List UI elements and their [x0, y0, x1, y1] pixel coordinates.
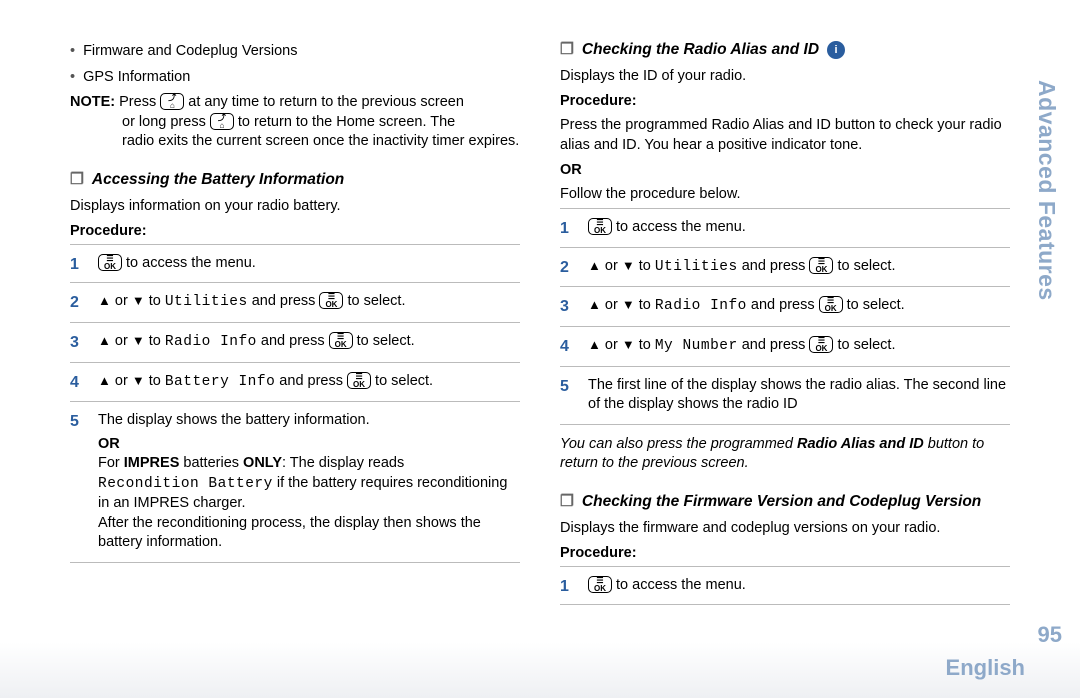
note-text: or long press ⤴⌂ to return to the Home s… [122, 113, 520, 133]
back-key-icon: ⤴⌂ [160, 93, 184, 110]
note-block: NOTE: Press ⤴⌂ at any time to return to … [70, 93, 520, 152]
heading-text: Accessing the Battery Information [92, 170, 344, 191]
step-item: The first line of the display shows the … [560, 366, 1010, 425]
info-icon: i [827, 41, 845, 59]
subsection-heading: ❐ Accessing the Battery Information [70, 170, 520, 191]
heading-text: Checking the Radio Alias and ID [582, 40, 819, 61]
step-item: ☰OK to access the menu. [560, 208, 1010, 247]
subsection-heading: ❐ Checking the Radio Alias and ID i [560, 40, 1010, 61]
step-item: ▲ or ▼ to Radio Info and press ☰OK to se… [560, 286, 1010, 326]
list-item: • Firmware and Codeplug Versions [70, 42, 520, 62]
step-item: The display shows the battery informatio… [70, 401, 520, 563]
step-item: ▲ or ▼ to Radio Info and press ☰OK to se… [70, 322, 520, 362]
italic-note: You can also press the programmed Radio … [560, 435, 1010, 474]
note-text: radio exits the current screen once the … [122, 132, 520, 152]
up-arrow-icon: ▲ [98, 373, 111, 388]
heading-text: Checking the Firmware Version and Codepl… [582, 492, 981, 513]
procedure-label: Procedure: [560, 544, 1010, 564]
manual-page: Advanced Features 95 English • Firmware … [0, 0, 1080, 698]
up-arrow-icon: ▲ [588, 258, 601, 273]
ok-key-icon: ☰OK [319, 292, 343, 309]
bullet-text: GPS Information [83, 68, 190, 88]
down-arrow-icon: ▼ [132, 293, 145, 308]
step-item: ▲ or ▼ to Battery Info and press ☰OK to … [70, 362, 520, 402]
step-detail: Recondition Battery if the battery requi… [98, 474, 520, 514]
menu-option: My Number [655, 338, 738, 354]
page-number: 95 [1038, 620, 1062, 650]
book-icon: ❐ [70, 170, 84, 191]
bullet-dot: • [70, 68, 75, 88]
step-item: ▲ or ▼ to Utilities and press ☰OK to sel… [560, 247, 1010, 287]
list-item: • GPS Information [70, 68, 520, 88]
procedure-label: Procedure: [560, 92, 1010, 112]
step-item: ☰OK to access the menu. [70, 244, 520, 283]
step-item: ☰OK to access the menu. [560, 566, 1010, 606]
step-detail: For IMPRES batteries ONLY: The display r… [98, 454, 520, 474]
language-label: English [946, 653, 1025, 683]
step-item: ▲ or ▼ to Utilities and press ☰OK to sel… [70, 282, 520, 322]
menu-option: Utilities [165, 294, 248, 310]
up-arrow-icon: ▲ [588, 297, 601, 312]
step-item: ▲ or ▼ to My Number and press ☰OK to sel… [560, 326, 1010, 366]
menu-option: Utilities [655, 259, 738, 275]
section-description: Displays the firmware and codeplug versi… [560, 519, 1010, 539]
down-arrow-icon: ▼ [622, 297, 635, 312]
ok-key-icon: ☰OK [588, 576, 612, 593]
content-columns: • Firmware and Codeplug Versions • GPS I… [70, 40, 1010, 605]
or-label: OR [560, 161, 1010, 181]
section-description: Displays the ID of your radio. [560, 67, 1010, 87]
right-column: ❐ Checking the Radio Alias and ID i Disp… [560, 40, 1010, 605]
ok-key-icon: ☰OK [809, 336, 833, 353]
section-tab: Advanced Features [1031, 80, 1062, 301]
down-arrow-icon: ▼ [622, 337, 635, 352]
up-arrow-icon: ▲ [98, 333, 111, 348]
subsection-heading: ❐ Checking the Firmware Version and Code… [560, 492, 1010, 513]
ok-key-icon: ☰OK [819, 296, 843, 313]
book-icon: ❐ [560, 40, 574, 61]
procedure-label: Procedure: [70, 222, 520, 242]
down-arrow-icon: ▼ [132, 333, 145, 348]
procedure-text: Follow the procedure below. [560, 185, 1010, 205]
or-label: OR [98, 435, 520, 455]
step-detail: After the reconditioning process, the di… [98, 514, 520, 553]
ok-key-icon: ☰OK [347, 372, 371, 389]
up-arrow-icon: ▲ [98, 293, 111, 308]
procedure-text: Press the programmed Radio Alias and ID … [560, 116, 1010, 155]
note-text: Press ⤴⌂ at any time to return to the pr… [119, 94, 464, 110]
procedure-steps: ☰OK to access the menu. ▲ or ▼ to Utilit… [70, 244, 520, 563]
menu-option: Radio Info [655, 298, 747, 314]
menu-option: Battery Info [165, 374, 275, 390]
up-arrow-icon: ▲ [588, 337, 601, 352]
back-key-icon: ⤴⌂ [210, 113, 234, 130]
section-description: Displays information on your radio batte… [70, 197, 520, 217]
bullet-text: Firmware and Codeplug Versions [83, 42, 297, 62]
procedure-steps: ☰OK to access the menu. ▲ or ▼ to Utilit… [560, 208, 1010, 424]
left-column: • Firmware and Codeplug Versions • GPS I… [70, 40, 520, 605]
down-arrow-icon: ▼ [132, 373, 145, 388]
bullet-dot: • [70, 42, 75, 62]
note-label: NOTE: [70, 94, 115, 110]
procedure-steps: ☰OK to access the menu. [560, 566, 1010, 606]
book-icon: ❐ [560, 492, 574, 513]
ok-key-icon: ☰OK [809, 257, 833, 274]
ok-key-icon: ☰OK [329, 332, 353, 349]
menu-option: Radio Info [165, 334, 257, 350]
ok-key-icon: ☰OK [588, 218, 612, 235]
ok-key-icon: ☰OK [98, 254, 122, 271]
down-arrow-icon: ▼ [622, 258, 635, 273]
